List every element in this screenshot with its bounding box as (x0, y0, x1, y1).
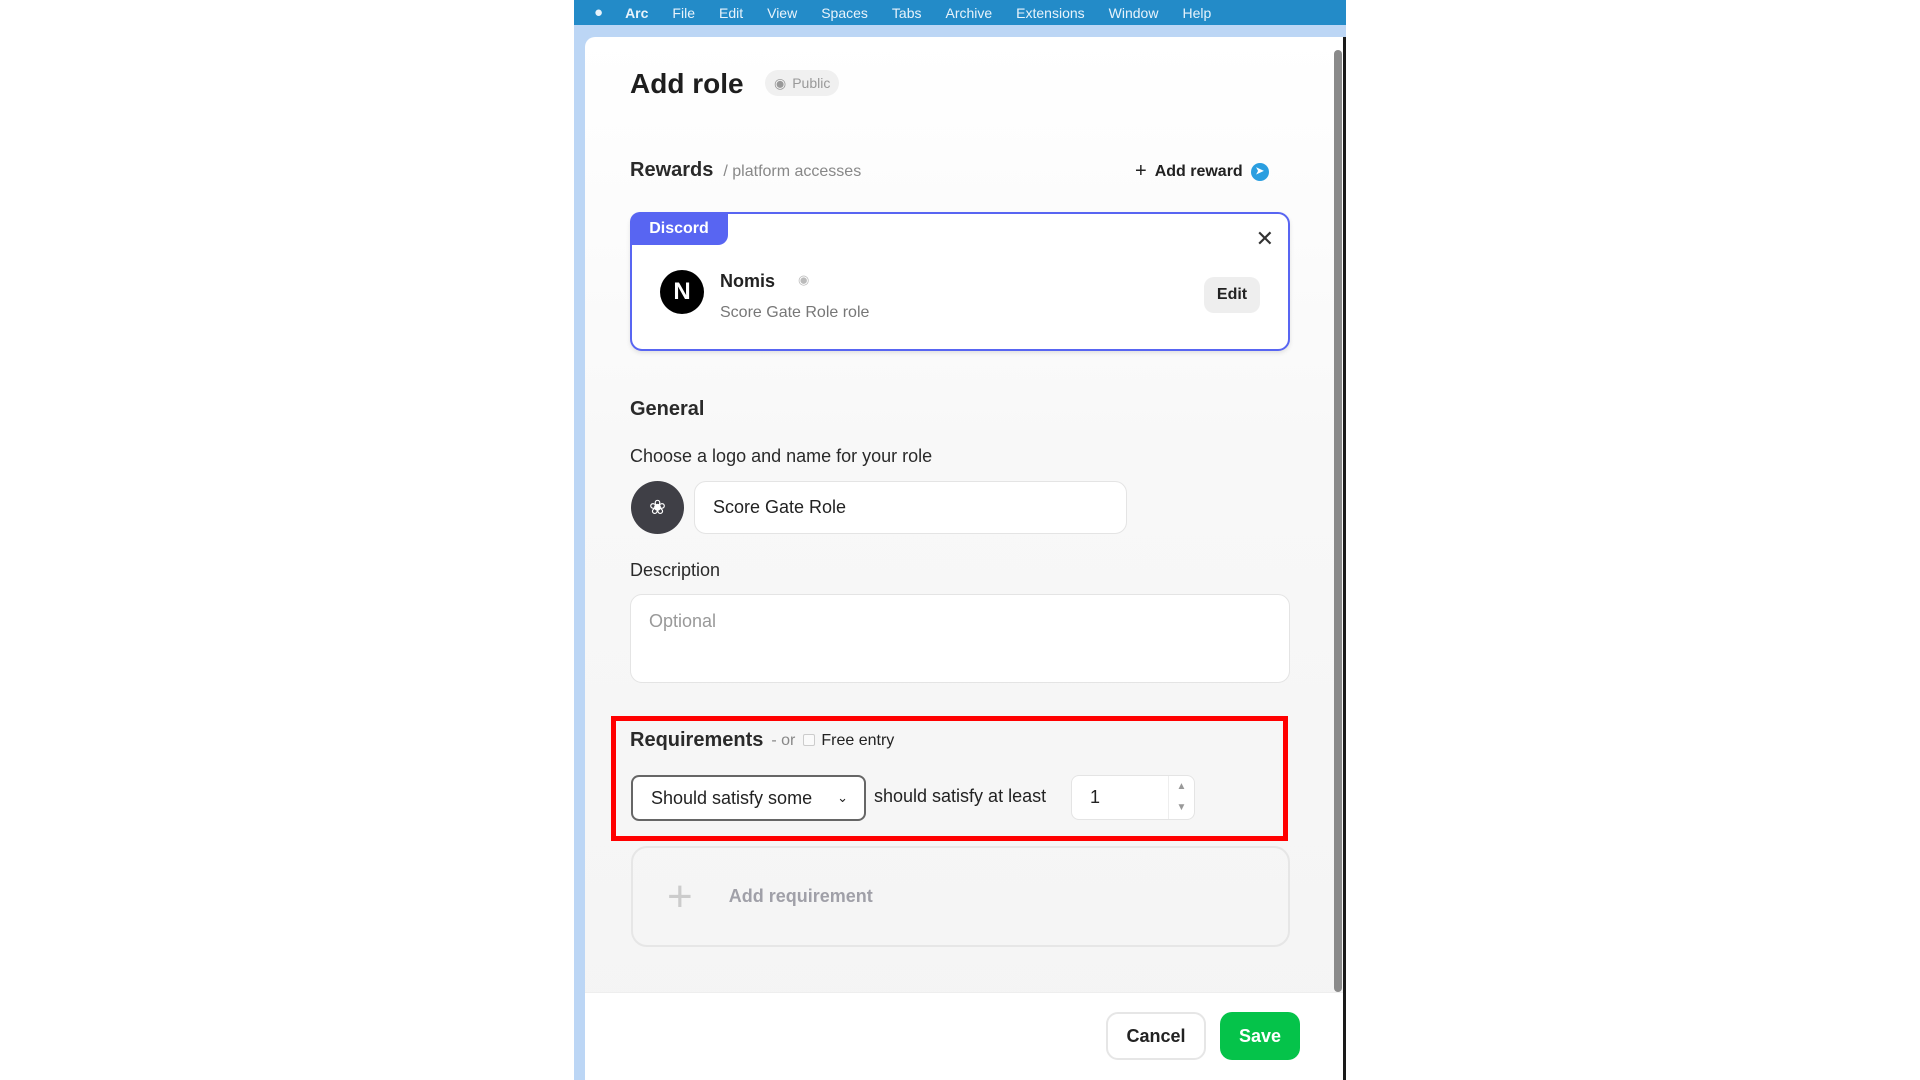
menu-tabs[interactable]: Tabs (892, 5, 922, 21)
logo-label: Choose a logo and name for your role (630, 446, 933, 466)
plus-icon: + (667, 871, 693, 921)
close-icon[interactable]: ✕ (1256, 226, 1274, 252)
reward-card: Discord ✕ N Nomis ◉ Score Gate Role role… (630, 212, 1290, 351)
menu-app[interactable]: Arc (625, 5, 648, 21)
window-edge (1343, 37, 1346, 1080)
eye-icon: ◉ (798, 272, 810, 287)
visibility-badge[interactable]: ◉ Public (765, 70, 840, 96)
role-logo-button[interactable]: ❀ (631, 481, 684, 534)
telegram-icon: ➤ (1250, 162, 1269, 181)
rewards-header: Rewards / platform accesses (630, 159, 861, 182)
avatar: N (660, 270, 704, 314)
stepper-arrows[interactable]: ▲ ▼ (1168, 776, 1194, 819)
menu-help[interactable]: Help (1182, 5, 1211, 21)
arrow-down-icon[interactable]: ▼ (1177, 802, 1187, 813)
platform-tag: Discord (630, 212, 728, 245)
logic-select[interactable]: Should satisfy some ⌄ (631, 775, 866, 821)
arrow-up-icon[interactable]: ▲ (1177, 781, 1187, 792)
menu-archive[interactable]: Archive (945, 5, 992, 21)
add-reward-button[interactable]: + Add reward ➤ (1135, 160, 1269, 183)
apple-icon[interactable]: ● (594, 4, 603, 21)
role-name-input[interactable]: Score Gate Role (694, 481, 1127, 534)
menu-file[interactable]: File (672, 5, 695, 21)
menu-extensions[interactable]: Extensions (1016, 5, 1084, 21)
edit-button[interactable]: Edit (1204, 277, 1260, 313)
save-button[interactable]: Save (1220, 1012, 1300, 1060)
checkbox-icon[interactable] (803, 734, 816, 747)
cancel-button[interactable]: Cancel (1106, 1012, 1206, 1060)
rewards-title: Rewards (630, 159, 714, 181)
description-textarea[interactable]: Optional (630, 594, 1290, 683)
menu-window[interactable]: Window (1109, 5, 1159, 21)
menu-bar: ● Arc File Edit View Spaces Tabs Archive… (574, 0, 1346, 25)
guild-name: Nomis (720, 271, 776, 291)
general-title: General (630, 398, 705, 420)
role-name: Score Gate Role role (720, 304, 870, 321)
plus-icon: + (1135, 160, 1147, 182)
requirements-title: Requirements (630, 729, 764, 751)
flower-icon: ❀ (649, 497, 666, 519)
at-least-label: should satisfy at least (874, 786, 1047, 806)
rewards-subtitle: / platform accesses (723, 163, 862, 180)
free-entry-checkbox[interactable]: Free entry (803, 732, 894, 750)
add-requirement-button[interactable]: + Add requirement (631, 846, 1290, 947)
chevron-down-icon: ⌄ (837, 790, 848, 805)
at-least-stepper[interactable]: 1 ▲ ▼ (1071, 775, 1195, 820)
menu-spaces[interactable]: Spaces (821, 5, 868, 21)
menu-edit[interactable]: Edit (719, 5, 743, 21)
menu-view[interactable]: View (767, 5, 797, 21)
page-title: Add role (630, 68, 744, 99)
requirements-header: Requirements - or Free entry (630, 729, 895, 751)
eye-icon: ◉ (774, 74, 787, 91)
description-label: Description (630, 560, 721, 580)
scrollbar[interactable] (1334, 50, 1342, 992)
